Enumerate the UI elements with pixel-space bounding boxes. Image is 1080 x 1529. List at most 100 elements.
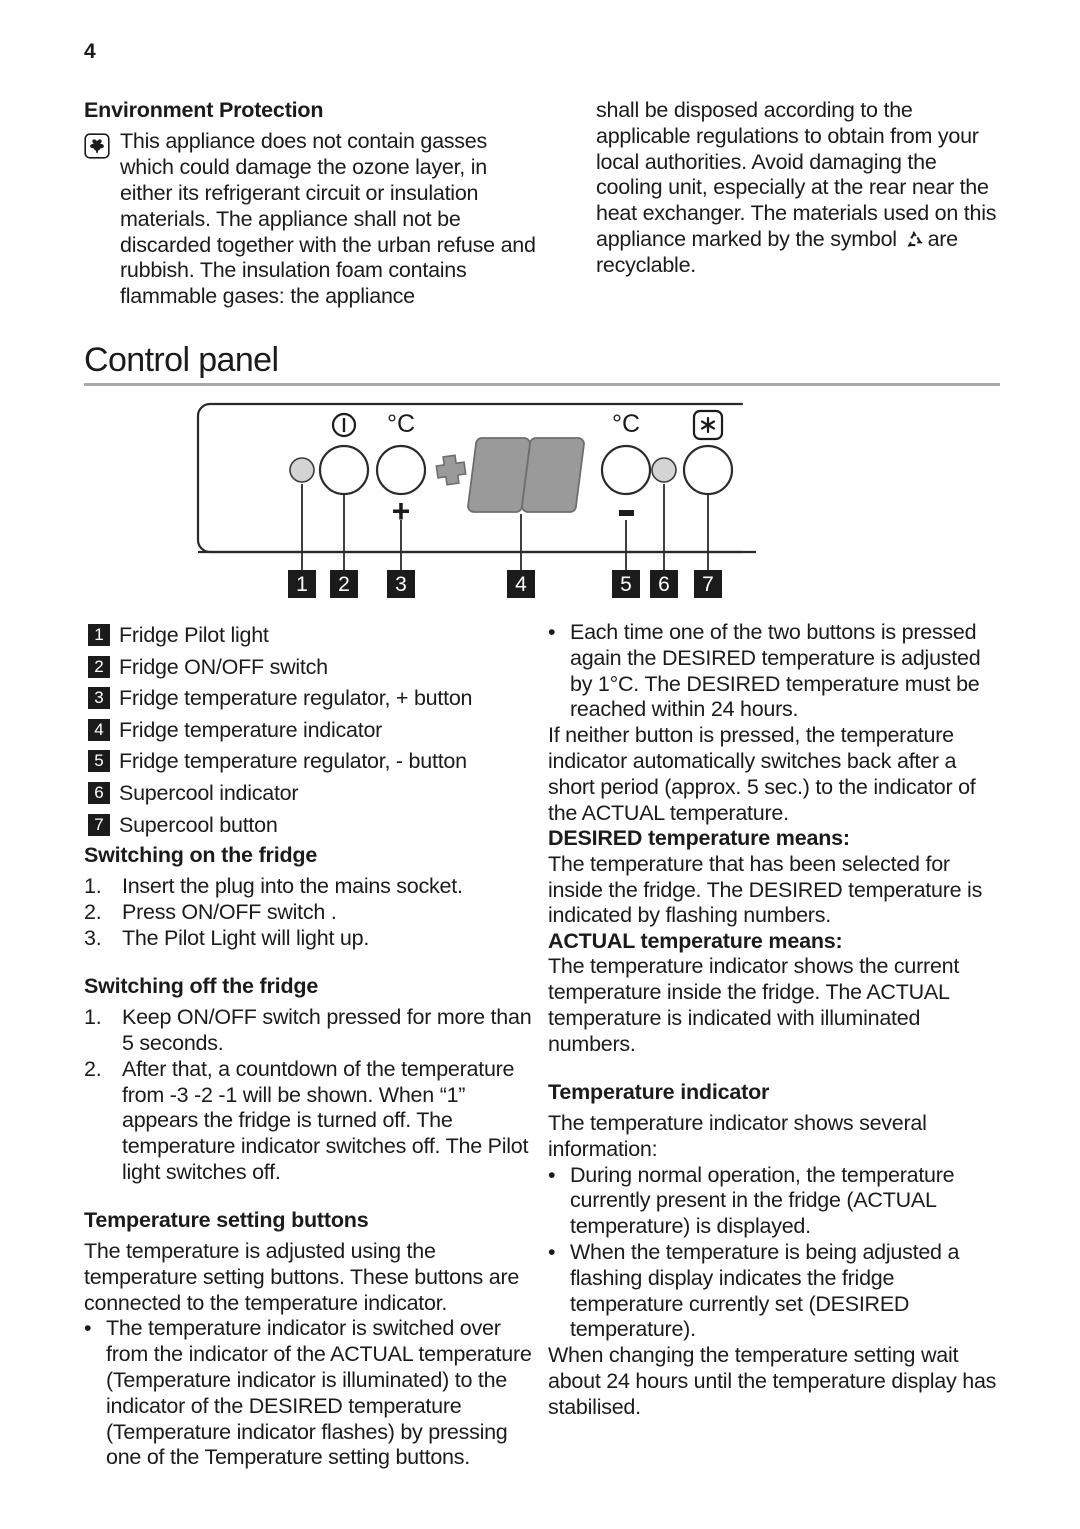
legend-label-2: Fridge ON/OFF switch (119, 654, 328, 679)
switching-off-heading: Switching off the fridge (84, 973, 319, 998)
step-text: The Pilot Light will light up. (122, 925, 370, 950)
svg-text:2: 2 (338, 573, 350, 596)
svg-text:7: 7 (702, 573, 714, 596)
page-number: 4 (84, 40, 96, 63)
left-content-column: Switching on the fridge 1. Insert the pl… (84, 843, 536, 1471)
diagram-callout-6: 6 (650, 570, 678, 598)
actual-temperature-section: ACTUAL temperature means: The temperatur… (548, 929, 1000, 1058)
temperature-indicator-heading: Temperature indicator (548, 1079, 770, 1104)
list-item: 2. After that, a countdown of the temper… (84, 1057, 536, 1186)
diagram-callout-5: 5 (612, 570, 640, 598)
list-item: 3. The Pilot Light will light up. (84, 926, 536, 952)
step-marker: 2. (84, 1056, 102, 1081)
legend-item: 1 Fridge Pilot light (88, 620, 540, 651)
bullet-marker: • (548, 620, 556, 644)
bullet-marker: • (84, 1316, 92, 1341)
svg-text:6: 6 (658, 573, 670, 596)
environment-protection-continued: shall be disposed according to the appli… (596, 98, 1000, 279)
diagram-callout-7: 7 (694, 570, 722, 598)
temperature-setting-buttons-section: Temperature setting buttons The temperat… (84, 1208, 536, 1472)
legend-badge-1: 1 (88, 624, 110, 646)
list-item: • When the temperature is being adjusted… (548, 1240, 1000, 1343)
recycle-icon (903, 229, 925, 249)
switching-on-section: Switching on the fridge 1. Insert the pl… (84, 843, 536, 952)
legend-label-1: Fridge Pilot light (119, 623, 269, 647)
control-panel-heading: Control panel (84, 341, 279, 379)
legend-badge-3: 3 (88, 687, 110, 710)
bullet-text: Each time one of the two buttons is pres… (570, 620, 981, 722)
list-item: • The temperature indicator is switched … (84, 1316, 536, 1471)
legend-item: 2 Fridge ON/OFF switch (88, 652, 540, 683)
diagram-callout-1: 1 (288, 570, 316, 598)
bullet-marker: • (548, 1162, 556, 1187)
bullet-text: The temperature indicator is switched ov… (106, 1316, 532, 1470)
legend-badge-6: 6 (88, 781, 110, 804)
step-marker: 2. (84, 900, 102, 925)
step-text: After that, a countdown of the temperatu… (122, 1056, 529, 1184)
document-page: 4 Environment Protection This appliance … (0, 0, 1080, 1529)
svg-text:5: 5 (620, 573, 632, 596)
step-text: Insert the plug into the mains socket. (122, 874, 463, 899)
temperature-indicator-intro: The temperature indicator shows several … (548, 1111, 927, 1161)
environment-continued-text: shall be disposed according to the appli… (596, 98, 1000, 279)
diagram-callout-3: 3 (387, 570, 415, 598)
legend-label-7: Supercool button (119, 812, 278, 837)
actual-temperature-heading: ACTUAL temperature means: (548, 929, 843, 954)
diagram-callout-4: 4 (507, 570, 535, 598)
desired-temperature-section: DESIRED temperature means: The temperatu… (548, 826, 1000, 929)
switching-off-section: Switching off the fridge 1. Keep ON/OFF … (84, 974, 536, 1186)
control-panel-legend: 1 Fridge Pilot light 2 Fridge ON/OFF swi… (88, 620, 540, 841)
environment-protection-section: Environment Protection This appliance do… (84, 98, 536, 310)
step-text: Keep ON/OFF switch pressed for more than… (122, 1005, 532, 1055)
desired-temperature-heading: DESIRED temperature means: (548, 826, 850, 851)
environment-protection-text: This appliance does not contain gasses w… (120, 129, 536, 309)
legend-label-5: Fridge temperature regulator, - button (119, 749, 467, 774)
svg-text:°C: °C (387, 410, 415, 438)
environment-protection-heading: Environment Protection (84, 98, 324, 122)
diagram-callout-2: 2 (330, 570, 358, 598)
control-panel-heading-rule (84, 383, 1000, 386)
svg-text:°C: °C (612, 410, 640, 438)
switching-on-heading: Switching on the fridge (84, 843, 318, 867)
legend-badge-4: 4 (88, 718, 110, 741)
actual-temperature-body: The temperature indicator shows the curr… (548, 954, 960, 1056)
bullet-marker: • (548, 1240, 556, 1265)
temperature-setting-buttons-heading: Temperature setting buttons (84, 1207, 369, 1232)
legend-badge-5: 5 (88, 750, 110, 773)
legend-label-6: Supercool indicator (119, 780, 299, 805)
right-content-column: • Each time one of the two buttons is pr… (548, 620, 1000, 1421)
legend-badge-7: 7 (88, 813, 110, 836)
step-marker: 1. (84, 1005, 102, 1030)
environment-protection-body: This appliance does not contain gasses w… (84, 129, 536, 310)
bullet-text: When the temperature is being adjusted a… (570, 1240, 960, 1342)
list-item: 2. Press ON/OFF switch . (84, 900, 536, 926)
list-item: 1. Keep ON/OFF switch pressed for more t… (84, 1005, 536, 1057)
switching-on-steps: 1. Insert the plug into the mains socket… (84, 874, 536, 951)
list-item: 1. Insert the plug into the mains socket… (84, 874, 536, 900)
step-marker: 1. (84, 874, 102, 899)
list-item: • Each time one of the two buttons is pr… (548, 620, 1000, 723)
temperature-setting-buttons-intro: The temperature is adjusted using the te… (84, 1239, 520, 1315)
temperature-setting-buttons-bullets: • The temperature indicator is switched … (84, 1316, 536, 1471)
legend-label-3: Fridge temperature regulator, + button (119, 686, 473, 711)
list-item: • During normal operation, the temperatu… (548, 1163, 1000, 1240)
legend-item: 5 Fridge temperature regulator, - button (88, 746, 540, 777)
step-text: Press ON/OFF switch . (122, 900, 337, 925)
right-top-bullets: • Each time one of the two buttons is pr… (548, 620, 1000, 723)
legend-badge-2: 2 (88, 655, 110, 678)
legend-label-4: Fridge temperature indicator (119, 717, 383, 742)
svg-text:4: 4 (515, 573, 527, 596)
control-panel-diagram: °C + °C 1 2 3 4 5 6 7 (196, 392, 756, 602)
desired-temperature-body: The temperature that has been selected f… (548, 851, 983, 928)
bullet-text: During normal operation, the temperature… (570, 1162, 955, 1239)
legend-item: 4 Fridge temperature indicator (88, 715, 540, 746)
temperature-indicator-bullets: • During normal operation, the temperatu… (548, 1163, 1000, 1344)
step-marker: 3. (84, 925, 102, 950)
right-top-paragraph: If neither button is pressed, the temper… (548, 723, 976, 825)
closing-paragraph: When changing the temperature setting wa… (548, 1343, 997, 1419)
switching-off-steps: 1. Keep ON/OFF switch pressed for more t… (84, 1005, 536, 1186)
temperature-indicator-section: Temperature indicator The temperature in… (548, 1080, 1000, 1421)
svg-text:1: 1 (296, 573, 308, 596)
legend-item: 6 Supercool indicator (88, 778, 540, 809)
svg-text:3: 3 (395, 573, 407, 596)
